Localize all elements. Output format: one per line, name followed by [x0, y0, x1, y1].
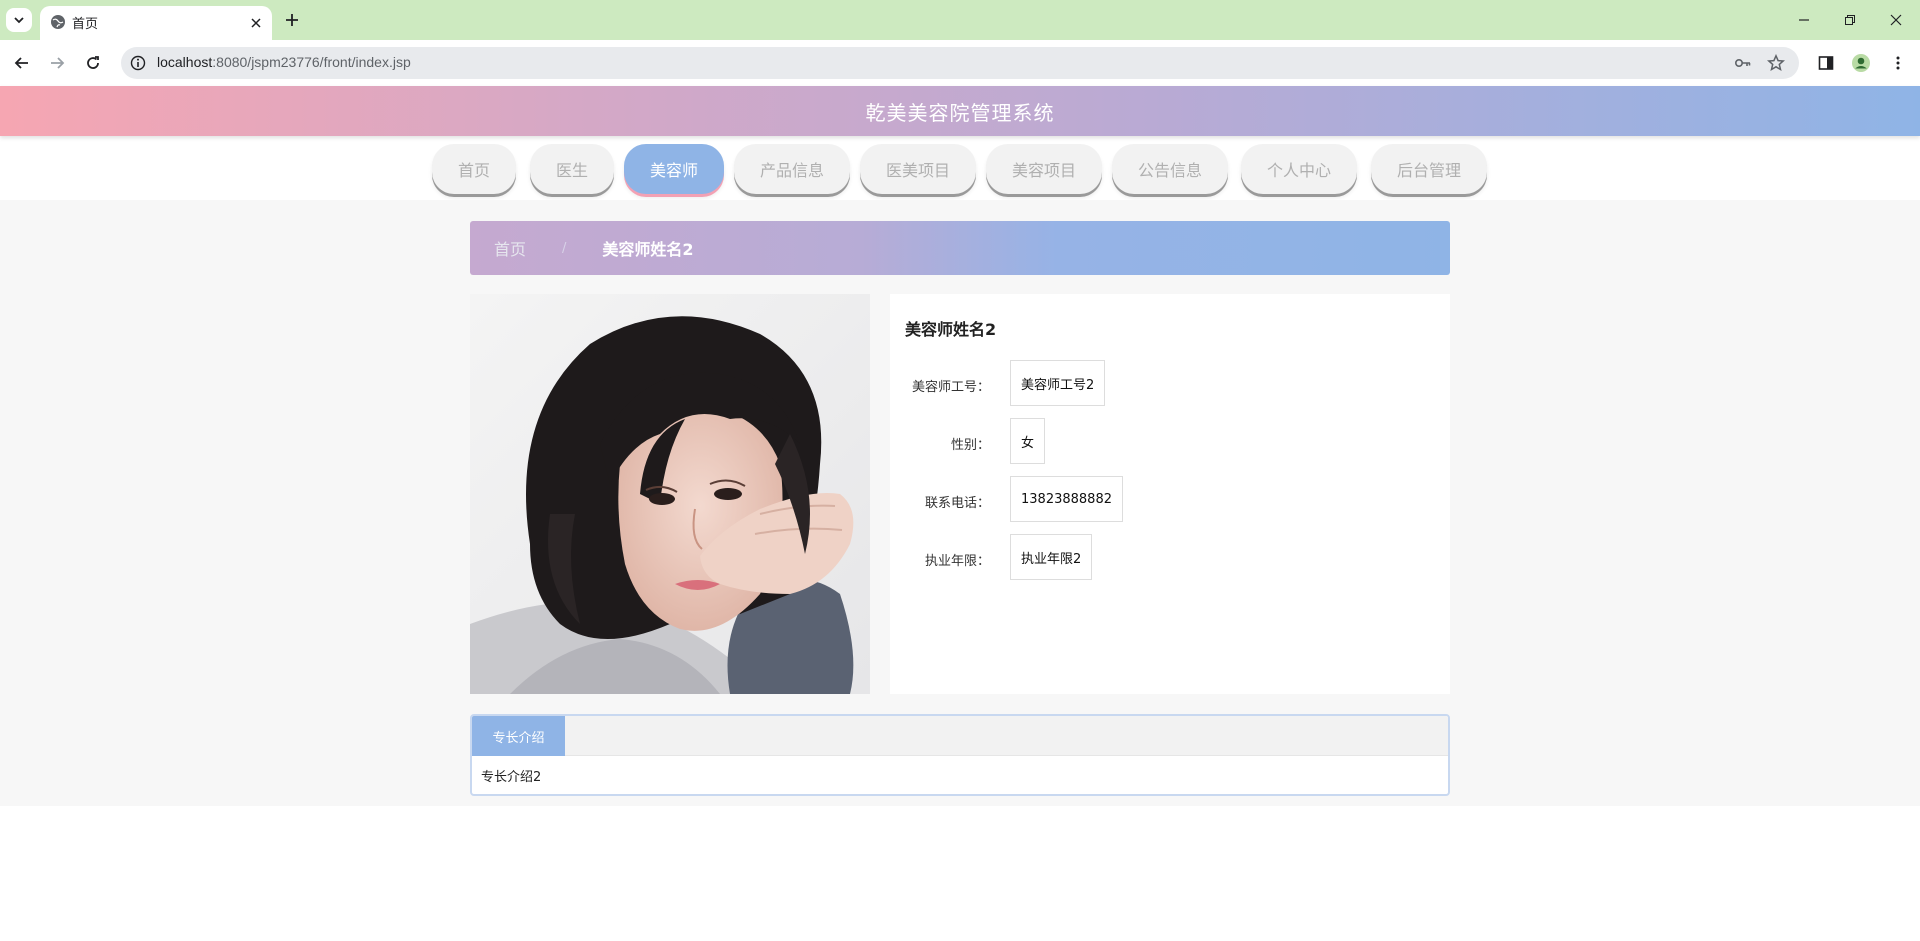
field-value-gender: 女	[1010, 418, 1046, 464]
url-host: localhost	[157, 54, 213, 70]
restore-button[interactable]	[1827, 6, 1873, 34]
breadcrumb-separator: /	[562, 240, 567, 256]
url-path: :8080/jspm23776/front/index.jsp	[212, 54, 411, 70]
reload-icon	[87, 56, 99, 69]
close-icon	[1890, 14, 1902, 26]
url-text[interactable]: localhost:8080/jspm23776/front/index.jsp	[157, 54, 411, 70]
field-value-phone: 13823888882	[1010, 476, 1123, 522]
nav-admin[interactable]: 后台管理	[1371, 144, 1487, 194]
beautician-name: 美容师姓名2	[905, 320, 997, 339]
browser-toolbar: localhost:8080/jspm23776/front/index.jsp	[0, 40, 1920, 86]
nav-personal-center[interactable]: 个人中心	[1241, 144, 1357, 194]
specialty-tabs: 专长介绍 专长介绍2	[470, 714, 1450, 796]
side-panel-button[interactable]	[1814, 51, 1838, 75]
nav-home[interactable]: 首页	[432, 144, 516, 194]
field-label-phone: 联系电话：	[924, 496, 990, 511]
close-window-button[interactable]	[1873, 6, 1919, 34]
tabs-header: 专长介绍	[472, 716, 1448, 756]
password-key-icon[interactable]	[1734, 54, 1752, 72]
nav-product-info[interactable]: 产品信息	[734, 144, 850, 194]
field-label-gender: 性别：	[950, 438, 990, 453]
page: 乾美美容院管理系统 首页 医生 美容师 产品信息 医美项目 美容项目 公告信息 …	[0, 86, 1920, 941]
breadcrumb: 首页 / 美容师姓名2	[470, 221, 1450, 275]
site-title: 乾美美容院管理系统	[865, 100, 1055, 125]
nav-medical-beauty[interactable]: 医美项目	[860, 144, 976, 194]
minimize-button[interactable]	[1781, 6, 1827, 34]
nav-beautician[interactable]: 美容师	[624, 144, 724, 194]
tab-close-icon[interactable]	[248, 15, 264, 31]
profile-button[interactable]	[1849, 51, 1873, 75]
main-nav: 首页 医生 美容师 产品信息 医美项目 美容项目 公告信息 个人中心 后台管理	[0, 144, 1920, 200]
field-value-years: 执业年限2	[1010, 534, 1093, 580]
restore-icon	[1845, 15, 1855, 25]
avatar-icon	[1852, 54, 1870, 72]
field-label-employee-id: 美容师工号：	[911, 380, 990, 395]
tab-specialty[interactable]: 专长介绍	[472, 716, 565, 756]
nav-doctor[interactable]: 医生	[530, 144, 614, 194]
nav-announcement[interactable]: 公告信息	[1112, 144, 1228, 194]
beautician-photo	[470, 294, 870, 694]
browser-tab[interactable]: 首页	[40, 6, 272, 40]
field-value-employee-id: 美容师工号2	[1010, 360, 1106, 406]
field-label-years: 执业年限：	[924, 554, 990, 569]
portrait-image	[470, 294, 870, 694]
browser-tab-bar: 首页	[0, 0, 1920, 40]
arrow-left-icon	[14, 57, 28, 69]
new-tab-button[interactable]	[282, 10, 302, 30]
more-vert-icon	[1896, 56, 1900, 70]
reload-button[interactable]	[81, 51, 105, 75]
globe-icon	[51, 15, 65, 29]
address-bar[interactable]: localhost:8080/jspm23776/front/index.jsp	[121, 47, 1799, 79]
tab-content: 专长介绍2	[481, 770, 542, 785]
beautician-details: 美容师姓名2 美容师工号： 美容师工号2 性别： 女 联系电话： 1382388…	[890, 294, 1450, 694]
site-info-icon[interactable]	[130, 55, 146, 71]
tab-search-button[interactable]	[6, 8, 32, 32]
back-button[interactable]	[10, 51, 34, 75]
menu-button[interactable]	[1886, 51, 1910, 75]
breadcrumb-home[interactable]: 首页	[494, 236, 526, 260]
arrow-right-icon	[51, 57, 65, 69]
breadcrumb-current: 美容师姓名2	[602, 240, 694, 259]
browser-tab-title: 首页	[72, 17, 99, 32]
plus-icon	[286, 14, 298, 26]
bookmark-star-icon[interactable]	[1767, 54, 1785, 72]
nav-beauty-project[interactable]: 美容项目	[986, 144, 1102, 194]
minimize-icon	[1799, 19, 1809, 21]
chevron-down-icon	[14, 17, 24, 24]
side-panel-icon	[1818, 56, 1834, 70]
site-header: 乾美美容院管理系统	[0, 86, 1920, 136]
forward-button[interactable]	[45, 51, 69, 75]
